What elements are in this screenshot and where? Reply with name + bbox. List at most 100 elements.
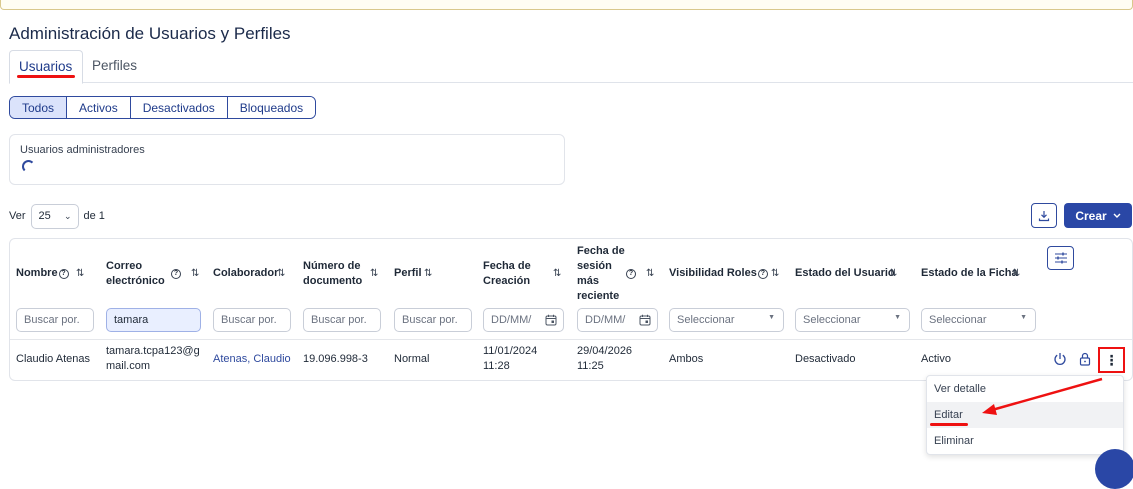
col-sesion-label-1: Fecha de xyxy=(577,245,625,257)
col-sesion-label-2: sesión xyxy=(577,260,612,272)
cell-correo-line-1: tamara.tcpa123@g xyxy=(106,345,200,357)
col-creacion-label-1: Fecha de xyxy=(483,260,531,272)
filter-documento-input[interactable]: Buscar por. xyxy=(303,308,381,332)
filter-bloqueados[interactable]: Bloqueados xyxy=(227,97,316,118)
sort-icon[interactable]: ⇅ xyxy=(277,268,285,279)
page-size-select[interactable]: 25 ⌄ xyxy=(30,203,79,229)
filter-creacion-date[interactable]: DD/MM/ xyxy=(483,308,564,332)
filter-activos[interactable]: Activos xyxy=(67,97,131,118)
power-button[interactable] xyxy=(1052,351,1068,367)
loading-spinner-icon xyxy=(22,160,35,173)
filter-todos[interactable]: Todos xyxy=(10,97,68,118)
cell-documento: 19.096.998-3 xyxy=(303,353,368,365)
cell-estado-ficha: Activo xyxy=(921,353,951,365)
chevron-down-icon: ⌄ xyxy=(63,210,72,221)
help-icon: ? xyxy=(626,269,636,279)
col-nombre-label: Nombre xyxy=(16,267,58,279)
annotation-underline xyxy=(17,75,75,78)
help-icon: ? xyxy=(58,268,69,279)
filter-nombre-input[interactable]: Buscar por. xyxy=(16,308,94,332)
sort-icon[interactable]: ⇅ xyxy=(646,268,654,279)
page-title: Administración de Usuarios y Perfiles xyxy=(9,24,291,43)
sort-icon[interactable]: ⇅ xyxy=(771,268,779,279)
tab-perfiles[interactable]: Perfiles xyxy=(83,50,146,83)
col-correo-label-1: Correo xyxy=(106,260,143,272)
tabs-bar: Usuarios Perfiles xyxy=(9,50,1133,84)
sort-icon[interactable]: ⇅ xyxy=(553,268,561,279)
help-chat-button[interactable] xyxy=(1095,449,1133,489)
cell-creacion: 11/01/2024 11:28 xyxy=(483,344,537,374)
lock-icon xyxy=(1079,352,1091,366)
filter-estado-ficha-placeholder: Seleccionar xyxy=(929,314,987,326)
col-header-estado-ficha[interactable]: Estado de la Ficha xyxy=(921,266,1018,281)
pagination: Ver 25 ⌄ de 1 xyxy=(9,203,105,229)
calendar-icon[interactable] xyxy=(639,314,651,326)
col-header-sesion[interactable]: Fecha de sesión más reciente xyxy=(577,244,625,304)
sort-icon[interactable]: ⇅ xyxy=(76,268,84,279)
users-table: Nombre? ⇅ Correo electrónico ? ⇅ Colabor… xyxy=(9,238,1133,381)
col-header-correo[interactable]: Correo electrónico xyxy=(106,259,165,289)
help-icon: ? xyxy=(757,268,768,279)
col-creacion-label-2: Creación xyxy=(483,275,531,287)
tab-usuarios-label: Usuarios xyxy=(19,59,73,74)
col-header-visibilidad[interactable]: Visibilidad Roles? xyxy=(669,266,768,281)
cell-creacion-fecha: 11/01/2024 xyxy=(483,345,538,357)
kebab-menu-icon: ⋮ xyxy=(1104,351,1119,368)
sort-icon[interactable]: ⇅ xyxy=(1012,268,1020,279)
menu-item-ver-detalle[interactable]: Ver detalle xyxy=(927,376,1123,402)
cell-colaborador-link[interactable]: Atenas, Claudio xyxy=(213,352,291,367)
filter-correo-input[interactable]: tamara xyxy=(106,308,201,332)
col-sesion-label-4: reciente xyxy=(577,290,620,302)
col-correo-label-2: electrónico xyxy=(106,275,165,287)
filter-perfil-input[interactable]: Buscar por. xyxy=(394,308,472,332)
col-header-colaborador[interactable]: Colaborador xyxy=(213,266,278,281)
sort-icon[interactable]: ⇅ xyxy=(889,268,897,279)
row-divider xyxy=(10,339,1132,340)
filter-estado-usuario-select[interactable]: Seleccionar ▼ xyxy=(795,308,910,332)
sort-icon[interactable]: ⇅ xyxy=(191,268,199,279)
chevron-down-icon: ▼ xyxy=(894,314,901,321)
cell-creacion-hora: 11:28 xyxy=(483,360,510,372)
cell-visibilidad: Ambos xyxy=(669,353,704,365)
chevron-down-icon xyxy=(1113,213,1121,218)
sort-icon[interactable]: ⇅ xyxy=(370,268,378,279)
filter-desactivados[interactable]: Desactivados xyxy=(130,97,228,118)
filter-colaborador-input[interactable]: Buscar por. xyxy=(213,308,291,332)
sort-icon[interactable]: ⇅ xyxy=(424,268,432,279)
annotation-underline xyxy=(930,423,968,426)
filter-visibilidad-select[interactable]: Seleccionar ▼ xyxy=(669,308,784,332)
calendar-icon[interactable] xyxy=(545,314,557,326)
col-header-estado-usuario[interactable]: Estado del Usuario xyxy=(795,266,895,281)
cell-estado-usuario: Desactivado xyxy=(795,353,856,365)
cell-nombre: Claudio Atenas xyxy=(16,353,90,365)
filter-sesion-placeholder: DD/MM/ xyxy=(585,314,626,326)
create-button[interactable]: Crear xyxy=(1064,203,1132,228)
pagination-suffix: de 1 xyxy=(83,210,105,222)
lock-button[interactable] xyxy=(1077,351,1093,367)
cell-correo-line-2: mail.com xyxy=(106,360,151,372)
col-header-nombre[interactable]: Nombre? xyxy=(16,266,69,281)
help-icon: ? xyxy=(171,269,181,279)
create-button-label: Crear xyxy=(1075,208,1107,223)
row-actions-button[interactable]: ⋮ xyxy=(1098,347,1125,373)
filter-creacion-placeholder: DD/MM/ xyxy=(491,314,532,326)
col-header-perfil[interactable]: Perfil xyxy=(394,266,422,281)
col-header-documento[interactable]: Número de documento xyxy=(303,259,362,289)
download-button[interactable] xyxy=(1031,203,1057,228)
column-settings-button[interactable] xyxy=(1047,246,1074,270)
filter-sesion-date[interactable]: DD/MM/ xyxy=(577,308,658,332)
col-documento-label-2: documento xyxy=(303,275,363,287)
tab-usuarios[interactable]: Usuarios xyxy=(9,50,83,84)
cell-sesion-fecha: 29/04/2026 xyxy=(577,345,633,357)
col-header-creacion[interactable]: Fecha de Creación xyxy=(483,259,531,289)
menu-item-eliminar[interactable]: Eliminar xyxy=(927,428,1123,454)
status-filter-group: Todos Activos Desactivados Bloqueados xyxy=(9,96,317,119)
admins-card: Usuarios administradores xyxy=(9,134,565,185)
col-visibilidad-label: Visibilidad Roles xyxy=(669,267,757,279)
filter-estado-ficha-select[interactable]: Seleccionar ▼ xyxy=(921,308,1036,332)
chevron-down-icon: ▼ xyxy=(1020,314,1027,321)
cell-sesion: 29/04/2026 11:25 xyxy=(577,344,632,374)
top-banner xyxy=(0,0,1133,10)
cell-perfil: Normal xyxy=(394,353,430,365)
filter-visibilidad-placeholder: Seleccionar xyxy=(677,314,735,326)
